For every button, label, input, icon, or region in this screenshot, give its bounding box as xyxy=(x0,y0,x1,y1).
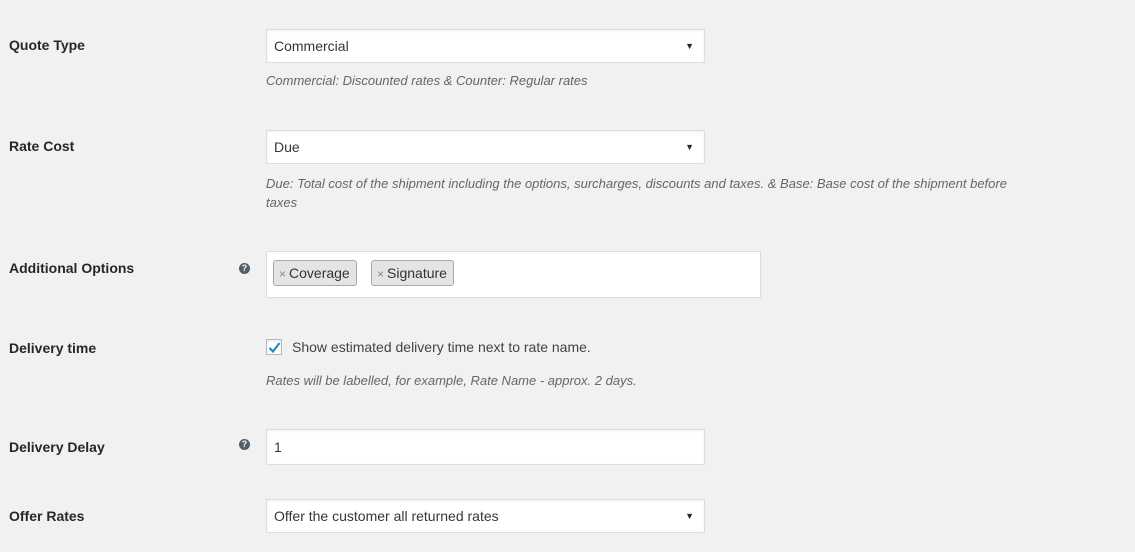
quote-type-description: Commercial: Discounted rates & Counter: … xyxy=(266,73,588,88)
offer-rates-select[interactable]: Offer the customer all returned rates ▼ xyxy=(266,499,705,533)
offer-rates-label: Offer Rates xyxy=(9,508,85,524)
remove-tag-icon[interactable]: × xyxy=(279,267,286,281)
rate-cost-value: Due xyxy=(274,139,300,155)
checkmark-icon xyxy=(268,342,281,354)
quote-type-select[interactable]: Commercial ▼ xyxy=(266,29,705,63)
rate-cost-description-line2: taxes xyxy=(266,195,298,210)
additional-options-label: Additional Options xyxy=(9,260,135,276)
tag-label: Signature xyxy=(387,265,447,281)
delivery-delay-input[interactable]: 1 xyxy=(266,429,705,465)
additional-options-multiselect[interactable]: × Coverage × Signature xyxy=(266,251,761,298)
tag-label: Coverage xyxy=(289,265,350,281)
rate-cost-select[interactable]: Due ▼ xyxy=(266,130,705,164)
tag-coverage: × Coverage xyxy=(273,260,357,286)
quote-type-value: Commercial xyxy=(274,38,349,54)
chevron-down-icon: ▼ xyxy=(685,511,694,521)
chevron-down-icon: ▼ xyxy=(685,41,694,51)
help-icon[interactable]: ? xyxy=(239,263,250,274)
delivery-time-checkbox[interactable] xyxy=(266,339,282,355)
chevron-down-icon: ▼ xyxy=(685,142,694,152)
offer-rates-value: Offer the customer all returned rates xyxy=(274,508,499,524)
quote-type-label: Quote Type xyxy=(9,37,85,53)
delivery-time-checkbox-label[interactable]: Show estimated delivery time next to rat… xyxy=(292,339,591,355)
delivery-time-label: Delivery time xyxy=(9,340,97,356)
rate-cost-label: Rate Cost xyxy=(9,138,75,154)
delivery-delay-label: Delivery Delay xyxy=(9,439,105,455)
remove-tag-icon[interactable]: × xyxy=(377,267,384,281)
help-icon[interactable]: ? xyxy=(239,439,250,450)
delivery-time-description: Rates will be labelled, for example, Rat… xyxy=(266,373,637,388)
tag-signature: × Signature xyxy=(371,260,454,286)
rate-cost-description-line1: Due: Total cost of the shipment includin… xyxy=(266,176,1007,191)
